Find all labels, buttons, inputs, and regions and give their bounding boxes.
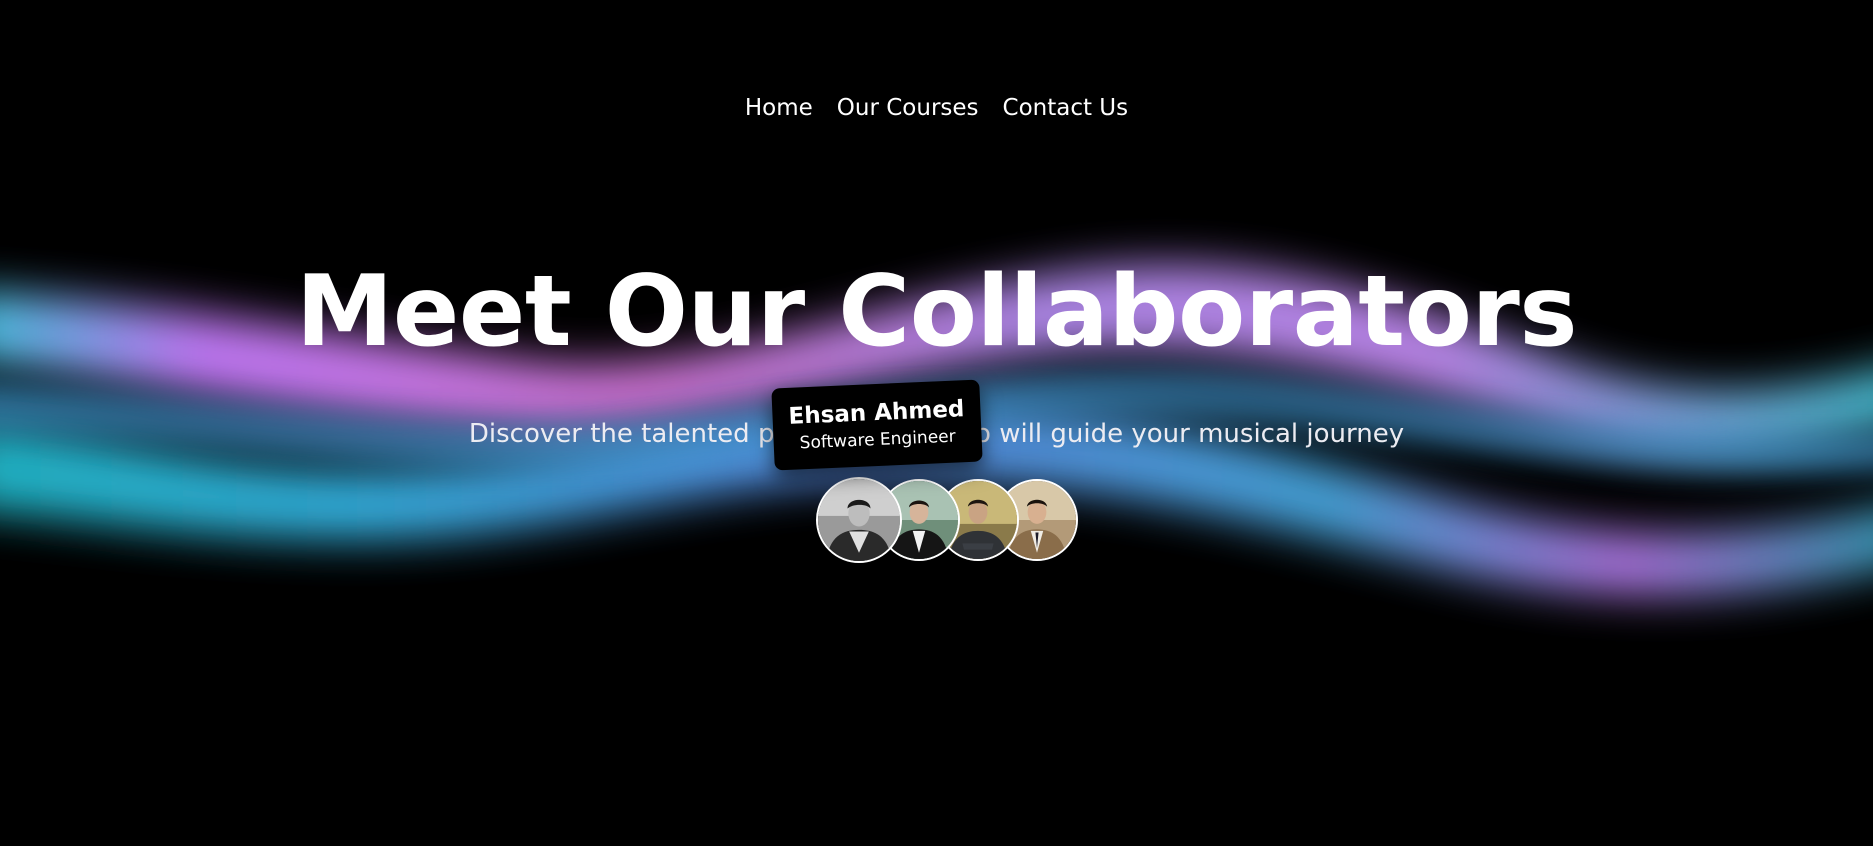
top-navigation: Home Our Courses Contact Us [0,90,1873,126]
nav-link-home[interactable]: Home [745,90,813,126]
nav-link-our-courses[interactable]: Our Courses [837,90,979,126]
hero-title: Meet Our Collaborators [295,255,1578,369]
collaborator-avatar-1[interactable] [816,477,902,563]
nav-link-contact-us[interactable]: Contact Us [1003,90,1129,126]
collaborator-tooltip: Ehsan Ahmed Software Engineer [771,379,983,471]
person-photo-icon [818,479,900,561]
collaborator-avatars [816,477,1086,565]
